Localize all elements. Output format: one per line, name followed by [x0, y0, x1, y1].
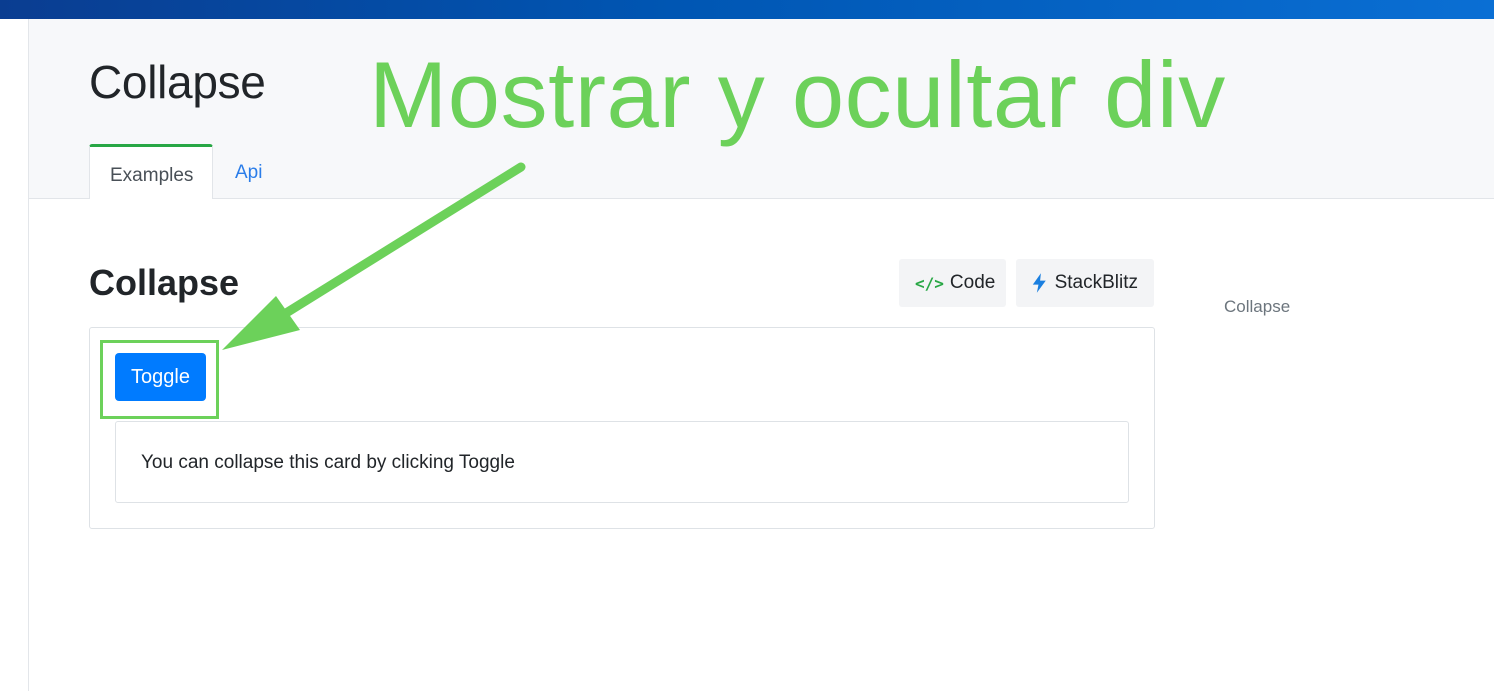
card-text: You can collapse this card by clicking T… [141, 452, 515, 473]
toggle-button[interactable]: Toggle [115, 353, 206, 401]
code-button-label: Code [949, 272, 996, 293]
lightning-icon [1032, 273, 1046, 293]
annotation-text: Mostrar y ocultar div [369, 42, 1226, 147]
stackblitz-button[interactable]: StackBlitz [1016, 259, 1154, 307]
toc-item-collapse[interactable]: Collapse [1224, 297, 1290, 317]
code-button[interactable]: </> Code [899, 259, 1006, 307]
top-navbar [0, 0, 1494, 19]
left-sidebar [0, 19, 29, 691]
stackblitz-button-label: StackBlitz [1054, 272, 1138, 293]
page-title: Collapse [89, 56, 266, 108]
tab-examples[interactable]: Examples [89, 144, 213, 199]
collapsible-card: You can collapse this card by clicking T… [115, 421, 1129, 503]
page-header: Collapse Mostrar y ocultar div Examples … [29, 19, 1494, 199]
code-icon: </> [915, 273, 944, 293]
section-title: Collapse [89, 262, 240, 303]
tab-api[interactable]: Api [215, 144, 282, 197]
